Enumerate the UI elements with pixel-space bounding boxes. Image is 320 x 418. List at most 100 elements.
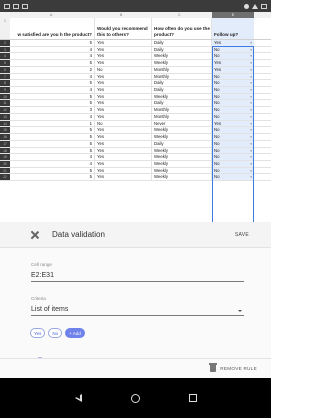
cell-follow-up[interactable]: No ▾ — [212, 73, 254, 80]
dropdown-caret-icon[interactable]: ▾ — [250, 74, 252, 80]
cell-frequency[interactable]: Daily — [152, 87, 212, 93]
criteria-dropdown[interactable]: List of items — [31, 306, 244, 316]
cell-recommend[interactable]: Yes — [95, 174, 152, 181]
cell-recommend[interactable]: Yes — [95, 53, 152, 60]
empty-cell[interactable] — [254, 113, 271, 120]
dropdown-caret-icon[interactable]: ▾ — [250, 60, 252, 66]
cell-follow-up[interactable]: No ▾ — [212, 113, 254, 120]
dropdown-caret-icon[interactable]: ▾ — [250, 87, 252, 93]
table-row[interactable]: 21 5 Yes Weekly No ▾ — [0, 167, 271, 175]
empty-cell[interactable] — [254, 73, 271, 80]
cell-follow-up[interactable]: No ▾ — [212, 154, 254, 160]
cell-follow-up[interactable]: No ▾ — [212, 93, 254, 100]
empty-cell[interactable] — [254, 60, 271, 66]
table-row[interactable]: 8 5 Yes Daily No ▾ — [0, 80, 271, 88]
cell-follow-up[interactable]: No ▾ — [212, 140, 254, 147]
column-header-b[interactable]: B — [120, 13, 122, 17]
back-icon[interactable] — [74, 394, 82, 402]
empty-cell[interactable] — [254, 100, 271, 107]
table-row[interactable]: 7 4 Yes Monthly No ▾ — [0, 73, 271, 81]
chip-yes[interactable]: Yes — [30, 328, 46, 338]
table-row[interactable]: 22 5 Yes Weekly No ▾ — [0, 174, 271, 182]
cell-follow-up[interactable]: No ▾ — [212, 53, 254, 60]
cell-frequency[interactable]: Weekly — [152, 93, 212, 100]
column-header-c[interactable]: C — [178, 13, 181, 17]
dropdown-caret-icon[interactable]: ▾ — [250, 53, 252, 59]
cell-follow-up[interactable]: Yes ▾ — [212, 120, 254, 127]
empty-cell[interactable] — [254, 160, 271, 167]
cell-recommend[interactable]: Yes — [95, 134, 152, 140]
cell-recommend[interactable]: Yes — [95, 73, 152, 80]
cell-recommend[interactable]: No — [95, 120, 152, 127]
cell-recommend[interactable]: Yes — [95, 140, 152, 147]
dropdown-caret-icon[interactable]: ▾ — [250, 127, 252, 133]
cell-frequency[interactable]: Monthly — [152, 73, 212, 80]
dropdown-caret-icon[interactable]: ▾ — [250, 114, 252, 120]
dropdown-caret-icon[interactable]: ▾ — [250, 107, 252, 113]
cell-frequency[interactable]: Never — [152, 120, 212, 127]
add-item-button[interactable]: + Add — [65, 328, 85, 338]
cell-satisfaction[interactable]: 4 — [10, 113, 95, 120]
cell-follow-up[interactable]: Yes ▾ — [212, 66, 254, 73]
dropdown-caret-icon[interactable]: ▾ — [250, 121, 252, 127]
cell-range-input[interactable]: E2:E31 — [31, 272, 244, 282]
cell-satisfaction[interactable]: 4 — [10, 46, 95, 53]
column-header-a[interactable]: A — [50, 13, 52, 17]
empty-cell[interactable] — [254, 147, 271, 154]
cell-satisfaction[interactable]: 5 — [10, 40, 95, 46]
header-cell-frequency[interactable]: How often do you use the product? — [152, 18, 212, 39]
dropdown-caret-icon[interactable]: ▾ — [250, 94, 252, 100]
table-row[interactable]: 4 4 Yes Weekly No ▾ — [0, 53, 271, 61]
cell-recommend[interactable]: Yes — [95, 60, 152, 66]
cell-frequency[interactable]: Weekly — [152, 147, 212, 154]
cell-follow-up[interactable]: No ▾ — [212, 127, 254, 134]
dropdown-caret-icon[interactable]: ▾ — [250, 67, 252, 73]
cell-follow-up[interactable]: No ▾ — [212, 160, 254, 167]
empty-cell[interactable] — [254, 167, 271, 174]
empty-cell[interactable] — [254, 87, 271, 93]
table-row[interactable]: 20 4 Yes Weekly No ▾ — [0, 160, 271, 168]
table-row[interactable]: 11 5 Yes Daily No ▾ — [0, 100, 271, 108]
cell-satisfaction[interactable]: 1 — [10, 120, 95, 127]
cell-satisfaction[interactable]: 5 — [10, 140, 95, 147]
spreadsheet-grid[interactable]: A B C E 1 w satisfied are you h the prod… — [0, 12, 271, 222]
dropdown-caret-icon[interactable]: ▾ — [250, 47, 252, 53]
cell-frequency[interactable]: Weekly — [152, 53, 212, 60]
cell-follow-up[interactable]: No ▾ — [212, 107, 254, 113]
cell-frequency[interactable]: Weekly — [152, 60, 212, 66]
cell-satisfaction[interactable]: 5 — [10, 60, 95, 66]
cell-recommend[interactable]: Yes — [95, 160, 152, 167]
cell-satisfaction[interactable]: 5 — [10, 147, 95, 154]
cell-frequency[interactable]: Monthly — [152, 66, 212, 73]
header-cell-satisfaction[interactable]: w satisfied are you h the product? — [10, 18, 95, 39]
header-cell-recommend[interactable]: Would you recommend this to others? — [95, 18, 152, 39]
cell-recommend[interactable]: Yes — [95, 147, 152, 154]
cell-frequency[interactable]: Weekly — [152, 154, 212, 160]
cell-follow-up[interactable]: No ▾ — [212, 147, 254, 154]
empty-cell[interactable] — [254, 46, 271, 53]
dropdown-caret-icon[interactable]: ▾ — [250, 80, 252, 86]
empty-cell[interactable] — [254, 174, 271, 181]
cell-recommend[interactable]: Yes — [95, 46, 152, 53]
cell-satisfaction[interactable]: 3 — [10, 107, 95, 113]
close-icon[interactable] — [30, 230, 40, 240]
cell-follow-up[interactable]: No ▾ — [212, 46, 254, 53]
cell-frequency[interactable]: Daily — [152, 80, 212, 87]
table-row[interactable]: 17 5 Yes Daily No ▾ — [0, 140, 271, 148]
cell-follow-up[interactable]: Yes ▾ — [212, 60, 254, 66]
table-row[interactable]: 10 5 Yes Weekly No ▾ — [0, 93, 271, 101]
cell-follow-up[interactable]: No ▾ — [212, 134, 254, 140]
cell-frequency[interactable]: Daily — [152, 140, 212, 147]
table-row[interactable]: 12 3 Yes Monthly No ▾ — [0, 107, 271, 114]
cell-frequency[interactable]: Daily — [152, 100, 212, 107]
cell-satisfaction[interactable]: 4 — [10, 53, 95, 60]
table-row[interactable]: 16 5 Yes Weekly No ▾ — [0, 134, 271, 141]
empty-cell[interactable] — [254, 154, 271, 160]
cell-recommend[interactable]: Yes — [95, 167, 152, 174]
cell-recommend[interactable]: Yes — [95, 100, 152, 107]
cell-follow-up[interactable]: No ▾ — [212, 87, 254, 93]
empty-cell[interactable] — [254, 93, 271, 100]
cell-recommend[interactable]: Yes — [95, 87, 152, 93]
table-row[interactable]: 6 2 No Monthly Yes ▾ — [0, 66, 271, 74]
empty-cell[interactable] — [254, 18, 271, 39]
